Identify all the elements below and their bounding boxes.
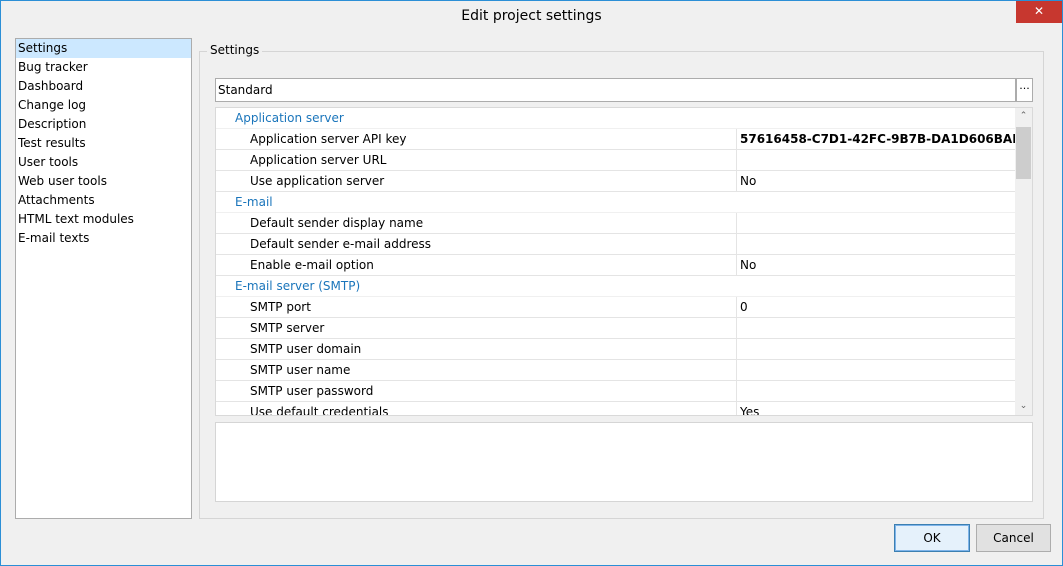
scroll-down-arrow-icon[interactable]: ⌄	[1015, 398, 1032, 415]
row-gutter	[216, 171, 235, 192]
property-value[interactable]	[736, 213, 1016, 234]
property-value[interactable]: Yes	[736, 402, 1016, 415]
category-label: E-mail	[235, 195, 273, 209]
property-description-panel	[215, 422, 1033, 502]
nav-item-html-text-modules[interactable]: HTML text modules	[16, 210, 191, 229]
property-value[interactable]: 57616458-C7D1-42FC-9B7B-DA1D606BAD05	[736, 129, 1032, 150]
settings-profile-field[interactable]: Standard	[215, 78, 1016, 102]
property-name: Default sender e-mail address	[250, 237, 432, 251]
property-name: SMTP port	[250, 300, 311, 314]
property-row[interactable]: SMTP user domain	[216, 339, 1016, 360]
property-value[interactable]	[736, 150, 1016, 171]
property-row[interactable]: Default sender display name	[216, 213, 1016, 234]
property-row[interactable]: SMTP user name	[216, 360, 1016, 381]
property-row[interactable]: SMTP user password	[216, 381, 1016, 402]
property-row[interactable]: Enable e-mail option No	[216, 255, 1016, 276]
row-gutter	[216, 234, 235, 255]
edit-project-settings-window: Edit project settings ✕ Settings Bug trac…	[0, 0, 1063, 566]
row-gutter	[216, 339, 235, 360]
property-row[interactable]: Application server API key 57616458-C7D1-…	[216, 129, 1032, 150]
row-gutter	[216, 318, 235, 339]
row-gutter	[216, 381, 235, 402]
property-name: Default sender display name	[250, 216, 424, 230]
nav-item-e-mail-texts[interactable]: E-mail texts	[16, 229, 191, 248]
property-value[interactable]	[736, 381, 1016, 402]
property-name: Use default credentials	[250, 405, 389, 416]
scroll-up-arrow-icon[interactable]: ⌃	[1015, 108, 1032, 125]
property-value[interactable]	[736, 234, 1016, 255]
property-row[interactable]: SMTP server	[216, 318, 1016, 339]
close-icon: ✕	[1033, 4, 1045, 18]
property-row[interactable]: Use default credentials Yes	[216, 402, 1016, 416]
close-button[interactable]: ✕	[1016, 1, 1062, 23]
scrollbar-thumb[interactable]	[1016, 127, 1031, 179]
property-name: Application server API key	[250, 132, 407, 146]
property-value[interactable]	[736, 339, 1016, 360]
settings-profile-value: Standard	[218, 83, 273, 97]
row-gutter	[216, 150, 235, 171]
nav-item-bug-tracker[interactable]: Bug tracker	[16, 58, 191, 77]
property-name: SMTP user name	[250, 363, 351, 377]
ellipsis-button[interactable]: ···	[1016, 78, 1033, 102]
category-row[interactable]: E-mail	[216, 192, 1016, 213]
nav-item-dashboard[interactable]: Dashboard	[16, 77, 191, 96]
property-name: SMTP server	[250, 321, 325, 335]
property-name: SMTP user password	[250, 384, 374, 398]
nav-item-web-user-tools[interactable]: Web user tools	[16, 172, 191, 191]
property-row[interactable]: Application server URL	[216, 150, 1016, 171]
property-grid-scrollbar[interactable]: ⌃ ⌄	[1015, 108, 1032, 415]
window-title: Edit project settings	[461, 8, 602, 24]
row-gutter	[216, 255, 235, 276]
property-value[interactable]: No	[736, 171, 1016, 192]
nav-item-description[interactable]: Description	[16, 115, 191, 134]
property-value[interactable]	[736, 318, 1016, 339]
property-value[interactable]	[736, 360, 1016, 381]
row-gutter	[216, 297, 235, 318]
category-label: E-mail server (SMTP)	[235, 279, 361, 293]
cancel-button[interactable]: Cancel	[976, 524, 1051, 552]
property-value[interactable]: No	[736, 255, 1016, 276]
property-name: Application server URL	[250, 153, 387, 167]
property-row[interactable]: Use application server No	[216, 171, 1016, 192]
property-name: Enable e-mail option	[250, 258, 374, 272]
ok-button[interactable]: OK	[894, 524, 970, 552]
row-gutter	[216, 213, 235, 234]
nav-item-settings[interactable]: Settings	[16, 39, 191, 58]
settings-category-list[interactable]: Settings Bug tracker Dashboard Change log De…	[15, 38, 192, 519]
category-row[interactable]: Application server	[216, 108, 1016, 129]
property-grid-rows: Application server Application server API…	[216, 108, 1032, 416]
category-row[interactable]: E-mail server (SMTP)	[216, 276, 1016, 297]
property-row[interactable]: Default sender e-mail address	[216, 234, 1016, 255]
row-gutter	[216, 402, 235, 415]
nav-item-attachments[interactable]: Attachments	[16, 191, 191, 210]
property-name: SMTP user domain	[250, 342, 362, 356]
row-gutter	[216, 360, 235, 381]
nav-item-user-tools[interactable]: User tools	[16, 153, 191, 172]
row-gutter	[216, 129, 235, 150]
nav-item-test-results[interactable]: Test results	[16, 134, 191, 153]
property-grid: Application server Application server API…	[215, 107, 1033, 416]
title-bar[interactable]: Edit project settings ✕	[1, 1, 1062, 32]
property-row[interactable]: SMTP port 0	[216, 297, 1016, 318]
nav-item-change-log[interactable]: Change log	[16, 96, 191, 115]
category-label: Application server	[235, 111, 344, 125]
property-value[interactable]: 0	[736, 297, 1016, 318]
settings-group-legend: Settings	[207, 43, 263, 57]
property-name: Use application server	[250, 174, 385, 188]
